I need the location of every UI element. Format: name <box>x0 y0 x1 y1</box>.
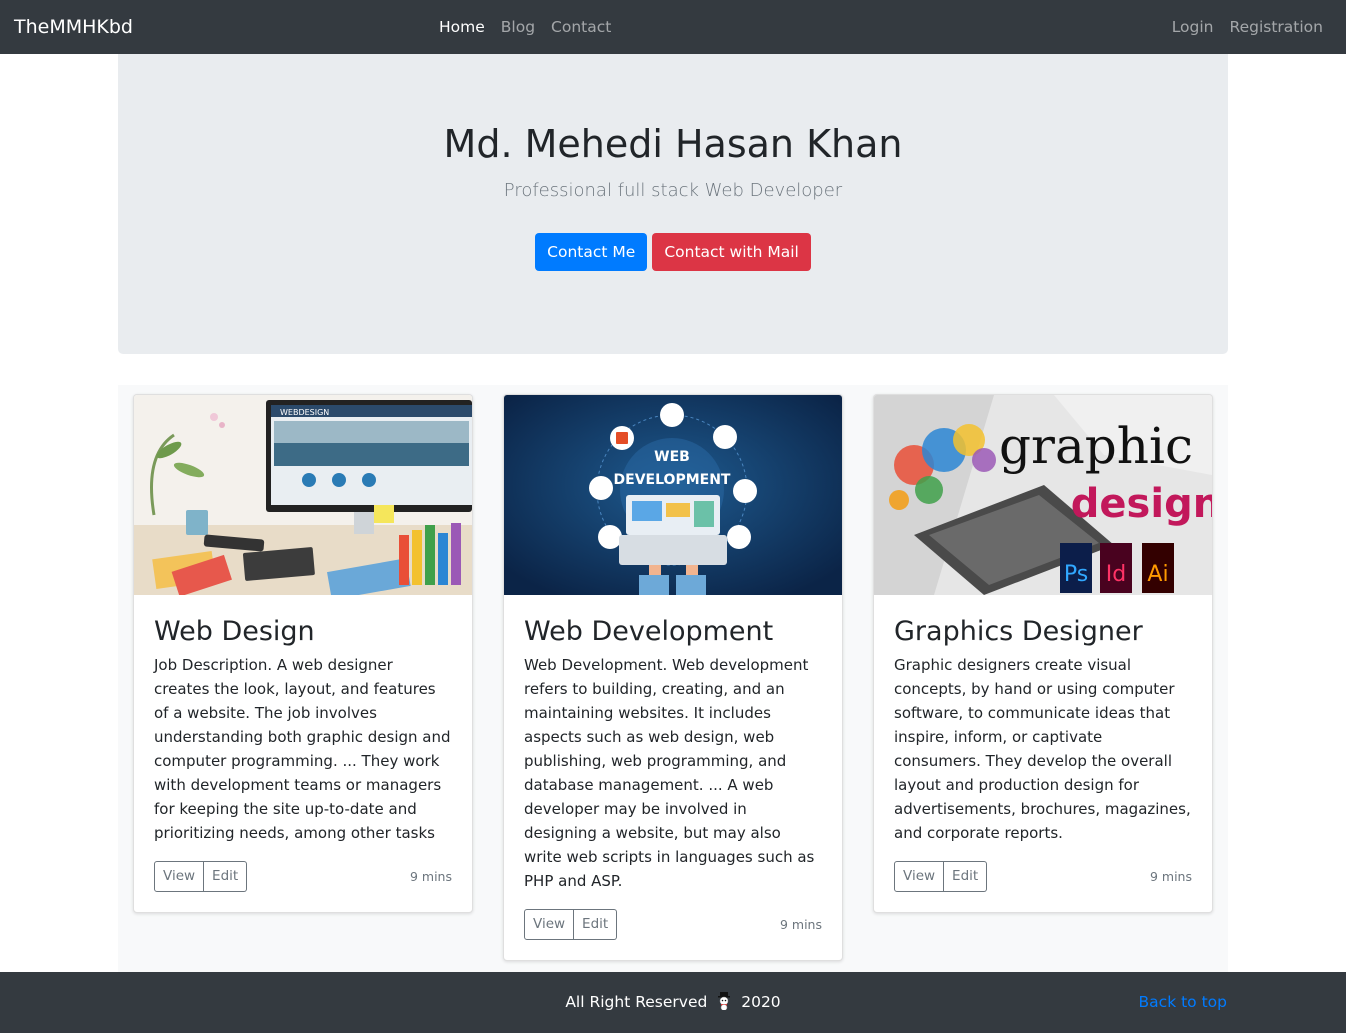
auth-nav: Login Registration <box>1172 16 1323 38</box>
view-button[interactable]: View <box>154 861 205 892</box>
edit-button[interactable]: Edit <box>204 861 248 892</box>
web-dev-image-caption-2: DEVELOPMENT <box>614 472 731 488</box>
card-web-design: WEBDESIGN Web Design Job Description. A … <box>133 394 473 913</box>
card-web-development: WEB DEVELOPMENT Web Development Web Deve… <box>503 394 843 961</box>
nav-registration[interactable]: Registration <box>1230 16 1323 38</box>
read-time: 9 mins <box>409 869 452 884</box>
edit-button[interactable]: Edit <box>944 861 988 892</box>
card-text: Job Description. A web designer creates … <box>154 656 451 842</box>
contact-me-button[interactable]: Contact Me <box>535 233 648 271</box>
hero-title: Md. Mehedi Hasan Khan <box>443 122 903 166</box>
view-button[interactable]: View <box>894 861 945 892</box>
contact-mail-button[interactable]: Contact with Mail <box>652 233 811 271</box>
ps-icon: Ps <box>1064 562 1088 587</box>
hero-buttons: Contact Me Contact with Mail <box>118 233 1228 271</box>
hero-subtitle: Professional full stack Web Developer <box>503 180 843 201</box>
nav-login[interactable]: Login <box>1172 16 1214 38</box>
graphic-image-caption-2: design <box>1071 481 1212 527</box>
nav-contact[interactable]: Contact <box>551 16 611 38</box>
view-button[interactable]: View <box>524 909 575 940</box>
ai-icon: Ai <box>1147 562 1168 587</box>
card-text: Web Development. Web development refers … <box>524 656 815 890</box>
card-button-group: View Edit <box>894 861 988 892</box>
nav-home[interactable]: Home <box>439 16 485 38</box>
card-actions: View Edit 9 mins <box>524 909 822 940</box>
card-actions: View Edit 9 mins <box>154 861 452 892</box>
web-design-image-caption: WEBDESIGN <box>280 408 329 417</box>
web-design-image: WEBDESIGN <box>134 395 472 595</box>
brand-logo[interactable]: TheMMHKbd <box>14 14 133 40</box>
graphic-design-image: graphic design Ps Id Ai <box>874 395 1212 595</box>
id-icon: Id <box>1106 562 1126 587</box>
copyright-year: 2020 <box>741 993 781 1011</box>
back-to-top-link[interactable]: Back to top <box>1139 991 1227 1013</box>
card-text: Graphic designers create visual concepts… <box>894 656 1191 842</box>
card-title: Graphics Designer <box>894 616 1143 647</box>
nav-blog[interactable]: Blog <box>501 16 535 38</box>
card-actions: View Edit 9 mins <box>894 861 1192 892</box>
edit-button[interactable]: Edit <box>574 909 618 940</box>
card-button-group: View Edit <box>524 909 618 940</box>
services-album: WEBDESIGN Web Design Job Description. A … <box>118 385 1228 972</box>
footer: All Right Reserved 2020 Back to top <box>0 972 1346 1033</box>
snowman-icon <box>716 992 732 1011</box>
card-graphics-designer: graphic design Ps Id Ai Graphics Designe… <box>873 394 1213 913</box>
card-title: Web Design <box>154 616 315 647</box>
card-title: Web Development <box>524 616 774 647</box>
card-body: Web Development Web Development. Web dev… <box>504 595 842 960</box>
card-body: Web Design Job Description. A web design… <box>134 595 472 912</box>
web-development-image: WEB DEVELOPMENT <box>504 395 842 595</box>
hero-jumbotron: Md. Mehedi Hasan Khan Professional full … <box>118 54 1228 354</box>
main-nav: Home Blog Contact <box>439 16 611 38</box>
read-time: 9 mins <box>1149 869 1192 884</box>
graphic-image-caption-1: graphic <box>999 417 1193 475</box>
web-dev-image-caption-1: WEB <box>654 449 690 465</box>
read-time: 9 mins <box>779 917 822 932</box>
navbar: TheMMHKbd Home Blog Contact Login Regist… <box>0 0 1346 54</box>
card-body: Graphics Designer Graphic designers crea… <box>874 595 1212 912</box>
copyright-text: All Right Reserved <box>565 993 708 1011</box>
card-button-group: View Edit <box>154 861 248 892</box>
